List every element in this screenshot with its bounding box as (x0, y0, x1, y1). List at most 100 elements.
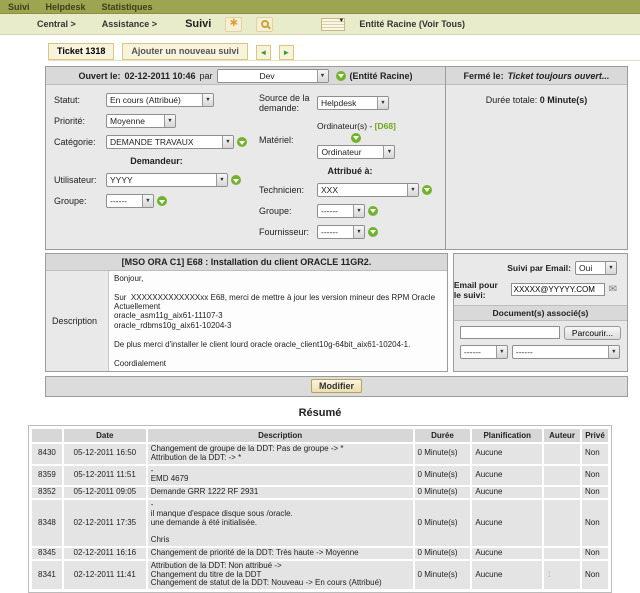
hardware-link-line: Ordinateur(s) - [D68] (317, 120, 396, 131)
chevron-down-icon: ▼ (605, 261, 616, 274)
browse-button[interactable]: Parcourir... (563, 325, 621, 340)
chevron-down-icon: ▼ (338, 17, 345, 24)
opened-label: Ouvert le: (78, 70, 121, 81)
menu-item-suivi[interactable]: Suivi (8, 2, 30, 12)
chevron-down-icon: ▼ (383, 145, 395, 158)
entity-selector[interactable]: ▼ (321, 17, 346, 31)
group-select[interactable]: ------ ▼ (106, 194, 154, 208)
assign-group-select[interactable]: ------ ▼ (317, 203, 365, 218)
status-select[interactable]: En cours (Attribué) ▼ (106, 93, 214, 107)
hardware-label: Matériel: (259, 134, 294, 145)
chevron-down-icon: ▼ (216, 174, 227, 186)
menu-item-helpdesk[interactable]: Helpdesk (46, 2, 86, 12)
assign-group-helper-icon[interactable] (368, 205, 378, 216)
document-upload-input[interactable] (459, 326, 560, 340)
user-label: Utilisateur: (54, 175, 97, 185)
user-select[interactable]: YYYY ▼ (106, 173, 228, 187)
summary-table: Date Description Durée Planification Aut… (30, 427, 610, 591)
duration-value: 0 Minute(s) (539, 95, 588, 105)
modify-band: Modifier (45, 376, 628, 398)
description-panel: [MSO ORA C1] E68 : Installation du clien… (45, 252, 448, 373)
group-helper-icon[interactable] (157, 196, 167, 206)
search-toolbar-button[interactable] (256, 16, 274, 32)
chevron-down-icon: ▼ (607, 345, 619, 358)
email-icon[interactable]: ✉ (609, 284, 617, 295)
modify-button[interactable]: Modifier (311, 379, 362, 394)
star-icon: ✱ (229, 18, 239, 29)
document-select-1[interactable]: ------ ▼ (459, 344, 508, 359)
next-ticket-button[interactable]: ► (278, 45, 294, 60)
tab-add-followup[interactable]: Ajouter un nouveau suivi (122, 43, 248, 60)
technician-select[interactable]: XXX ▼ (317, 182, 419, 197)
status-label: Statut: (54, 95, 81, 105)
table-row[interactable]: 8341 02-12-2011 11:41 Attribution de la … (32, 560, 608, 590)
documents-header: Document(s) associé(s) (453, 304, 627, 321)
col-header-date: Date (63, 429, 146, 443)
tabs-separator (48, 60, 640, 61)
summary-table-wrapper: Date Description Durée Planification Aut… (28, 425, 612, 593)
chevron-down-icon: ▼ (222, 136, 233, 148)
tab-ticket[interactable]: Ticket 1318 (48, 43, 115, 60)
priority-select[interactable]: Moyenne ▼ (106, 114, 176, 128)
col-header-description: Description (147, 429, 413, 443)
supplier-helper-icon[interactable] (368, 226, 378, 237)
category-label: Catégorie: (54, 137, 96, 147)
arrow-left-icon: ◄ (259, 47, 268, 57)
assigned-header: Attribué à: (327, 165, 373, 176)
col-header-prive: Privé (582, 429, 608, 443)
top-menubar: Suivi Helpdesk Statistiques (0, 0, 640, 14)
chevron-down-icon: ▼ (377, 97, 388, 110)
category-helper-icon[interactable] (237, 137, 247, 147)
hardware-select[interactable]: Ordinateur ▼ (317, 144, 396, 159)
fields-columns: Statut: En cours (Attribué) ▼ Priorité: … (46, 85, 445, 249)
category-select[interactable]: DEMANDE TRAVAUX ▼ (106, 135, 234, 149)
user-helper-icon[interactable] (231, 175, 241, 185)
opened-date: 02-12-2011 10:46 (124, 70, 196, 81)
col-header-auteur: Auteur (544, 429, 580, 443)
table-row[interactable]: 8430 05-12-2011 16:50 Changement de grou… (32, 444, 608, 464)
document-select-2[interactable]: ------ ▼ (511, 344, 620, 359)
supplier-select[interactable]: ------ ▼ (317, 224, 365, 239)
entity-label[interactable]: Entité Racine (Voir Tous) (359, 19, 465, 29)
menu-item-statistiques[interactable]: Statistiques (102, 2, 153, 12)
requester-header: Demandeur: (130, 156, 183, 166)
chevron-down-icon: ▼ (202, 94, 213, 106)
chevron-down-icon: ▼ (353, 225, 364, 238)
owner-helper-icon[interactable] (335, 70, 346, 81)
source-select[interactable]: Helpdesk ▼ (317, 96, 389, 111)
prev-ticket-button[interactable]: ◄ (255, 45, 271, 60)
arrow-right-icon: ► (282, 47, 291, 57)
owner-select[interactable]: Dev ▼ (216, 68, 329, 83)
summary-header-row: Date Description Durée Planification Aut… (32, 429, 608, 443)
email-address-input[interactable] (510, 283, 605, 297)
email-followup-label: Suivi par Email: (507, 262, 571, 273)
closed-band: Fermé le: Ticket toujours ouvert... (446, 67, 627, 85)
ticket-main-panel: Ouvert le: 02-12-2011 10:46 par Dev ▼ (E… (45, 66, 628, 250)
add-followup-toolbar-button[interactable]: ✱ (225, 16, 243, 32)
requester-column: Statut: En cours (Attribué) ▼ Priorité: … (54, 93, 259, 239)
summary-heading: Résumé (298, 407, 342, 420)
description-text: Bonjour, Sur XXXXXXXXXXXXXxx E68, merci … (108, 270, 447, 372)
ticket-form: Ouvert le: 02-12-2011 10:46 par Dev ▼ (E… (45, 66, 628, 398)
table-row[interactable]: 8345 02-12-2011 16:16 Changement de prio… (32, 548, 608, 559)
table-row[interactable]: 8348 02-12-2011 17:35 - il manque d'espa… (32, 500, 608, 547)
chevron-down-icon: ▼ (495, 345, 507, 358)
breadcrumb-assistance[interactable]: Assistance > (102, 19, 157, 29)
description-label: Description (52, 315, 98, 326)
opened-band: Ouvert le: 02-12-2011 10:46 par Dev ▼ (E… (46, 67, 445, 85)
assignment-column: Source de la demande: Helpdesk ▼ Matérie… (259, 93, 441, 239)
technician-label: Technicien: (259, 184, 305, 195)
source-label: Source de la demande: (259, 93, 310, 114)
ticket-status-column: Fermé le: Ticket toujours ouvert... Duré… (446, 67, 627, 249)
ticket-fields-area: Ouvert le: 02-12-2011 10:46 par Dev ▼ (E… (46, 67, 446, 249)
supplier-label: Fournisseur: (259, 226, 310, 237)
breadcrumb-central[interactable]: Central > (37, 19, 76, 29)
table-row[interactable]: 8359 05-12-2011 11:51 - EMD 4679 0 Minut… (32, 465, 608, 486)
hardware-helper-icon[interactable] (351, 132, 362, 143)
breadcrumb-bar: Central > Assistance > Suivi ✱ ▼ Entité … (0, 14, 640, 35)
col-header-planification: Planification (472, 429, 543, 443)
chevron-down-icon: ▼ (407, 183, 418, 196)
email-followup-select[interactable]: Oui ▼ (575, 260, 617, 275)
technician-helper-icon[interactable] (422, 184, 432, 195)
computer-link[interactable]: [D68] (375, 121, 396, 131)
